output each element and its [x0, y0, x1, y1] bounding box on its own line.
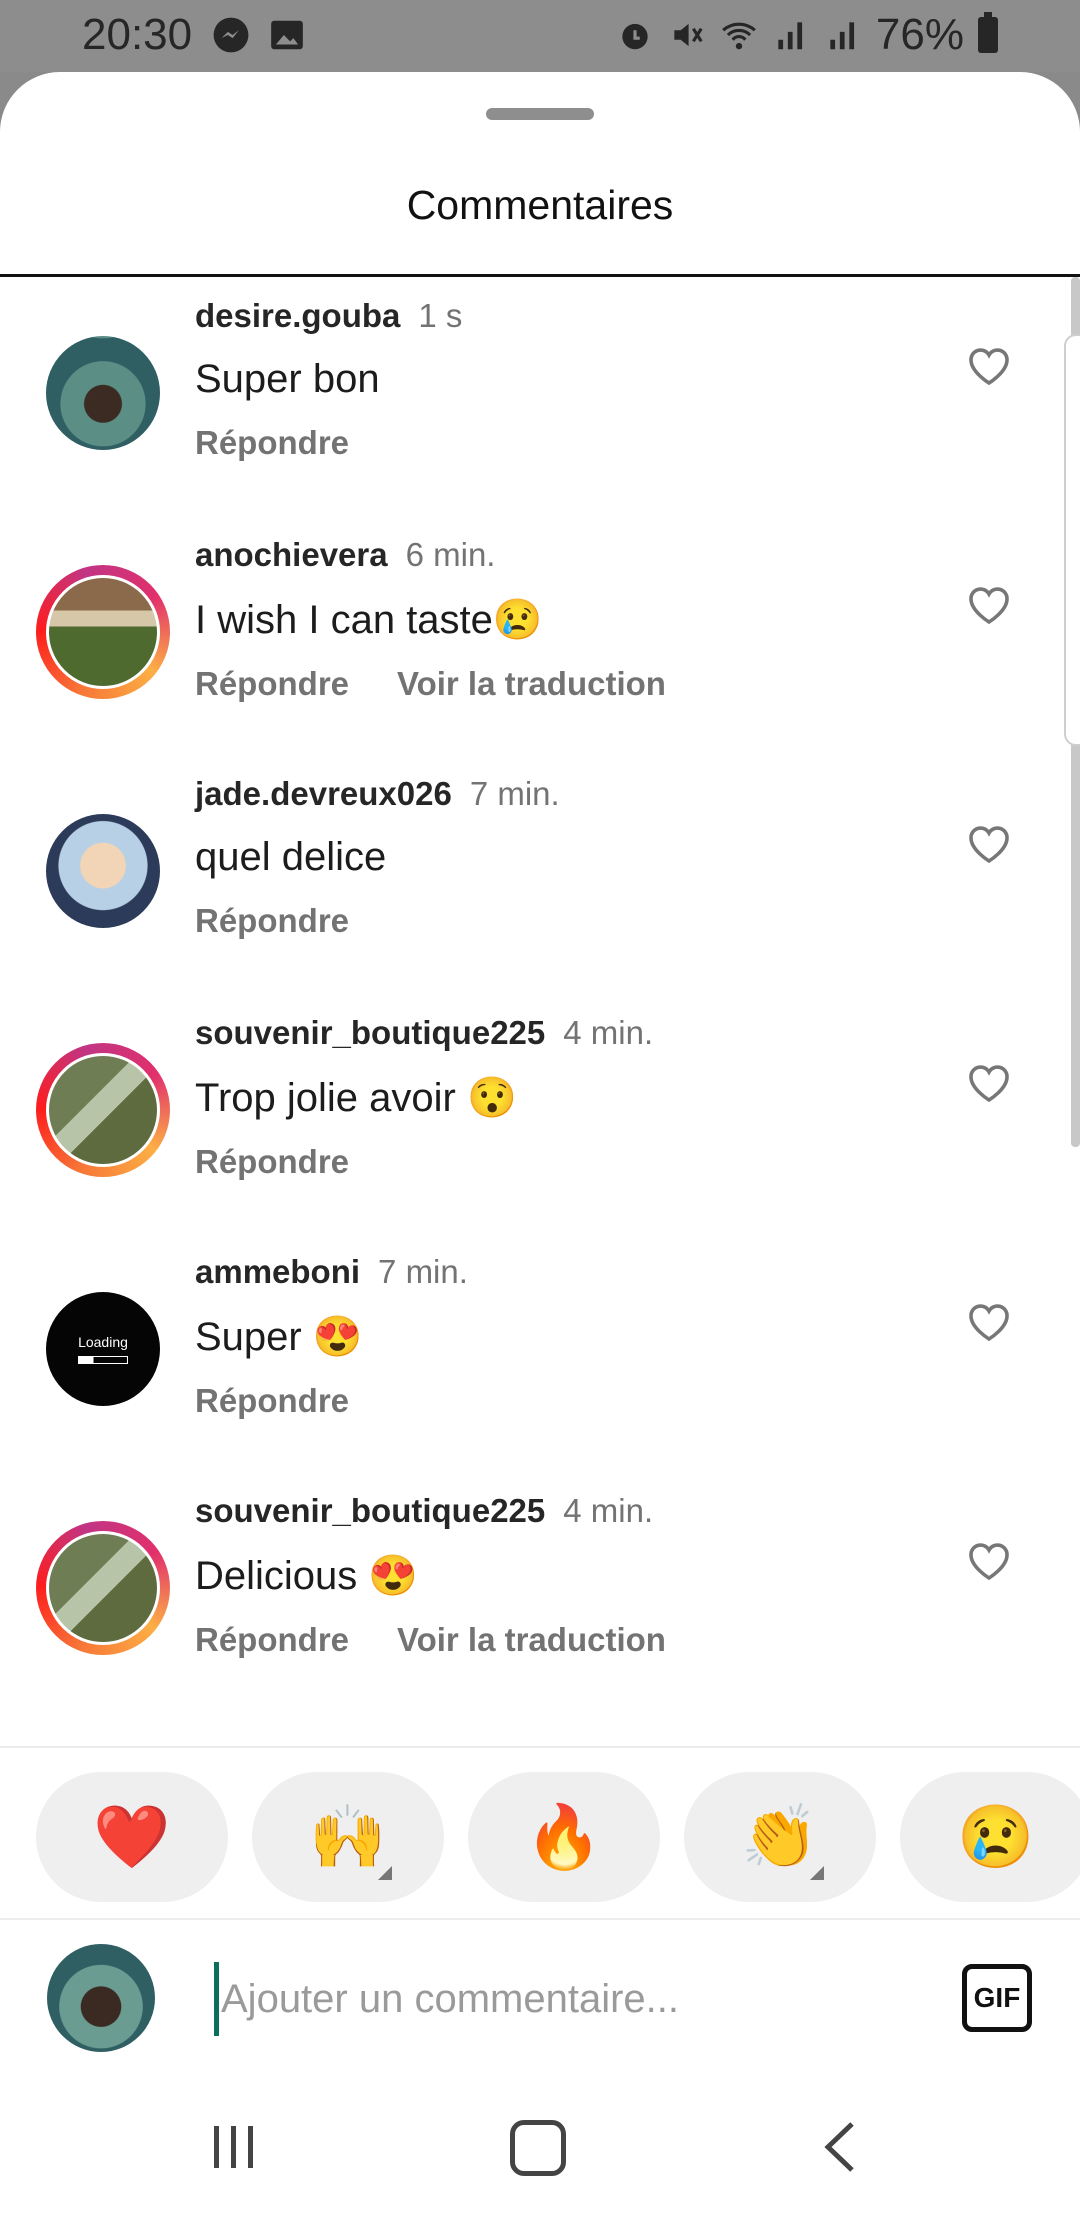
divider [0, 1918, 1080, 1920]
see-translation-button[interactable]: Voir la traduction [397, 665, 666, 703]
avatar-photo: Loading [46, 1292, 160, 1406]
heart-icon[interactable] [965, 343, 1013, 387]
system-nav-bar [0, 2090, 1080, 2220]
reply-button[interactable]: Répondre [195, 1621, 349, 1659]
avatar-photo [46, 1053, 160, 1167]
drag-handle[interactable] [486, 108, 594, 120]
scrollbar-thumb[interactable] [1064, 334, 1080, 746]
comment-text: quel delice [195, 835, 387, 879]
avatar-photo [46, 336, 160, 450]
avatar[interactable]: Loading [36, 1282, 170, 1416]
comment-item: jade.devreux026 7 min. quel delice Répond… [0, 755, 1080, 994]
avatar[interactable] [36, 804, 170, 938]
comment-username[interactable]: ammeboni [195, 1253, 360, 1290]
status-time: 20:30 [82, 10, 193, 59]
reply-button[interactable]: Répondre [195, 665, 349, 703]
comment-time: 6 min. [405, 536, 496, 573]
status-bar: 20:30 76% [0, 0, 1080, 72]
emoji-clap: 👏 [741, 1802, 819, 1872]
comment-item: souvenir_boutique225 4 min. Trop jolie av… [0, 994, 1080, 1233]
battery-icon [978, 12, 998, 53]
current-user-avatar [47, 1944, 155, 2052]
avatar[interactable] [36, 326, 170, 460]
comment-list: desire.gouba 1 s Super bon Répondre anoch… [0, 277, 1080, 1711]
heart-icon[interactable] [965, 1060, 1013, 1104]
reply-button[interactable]: Répondre [195, 1382, 349, 1420]
avatar-photo [46, 575, 160, 689]
heart-icon[interactable] [965, 1299, 1013, 1343]
avatar-loading-text: Loading [78, 1334, 128, 1350]
alarm-icon [622, 23, 648, 50]
reply-button[interactable]: Répondre [195, 1143, 349, 1181]
heart-icon[interactable] [965, 821, 1013, 865]
comment-username[interactable]: souvenir_boutique225 [195, 1014, 545, 1051]
signal-icon [778, 22, 803, 50]
emoji-raised-hands-button[interactable]: 🙌 [252, 1772, 444, 1902]
emoji-raised-hands: 🙌 [309, 1802, 387, 1872]
comment-item: desire.gouba 1 s Super bon Répondre [0, 277, 1080, 516]
emoji-heart-button[interactable]: ❤️ [36, 1772, 228, 1902]
comment-text: I wish I can taste😢 [195, 598, 543, 642]
avatar[interactable] [36, 1521, 170, 1655]
comment-item: anochievera 6 min. I wish I can taste😢 Ré… [0, 516, 1080, 755]
variant-indicator-icon [810, 1866, 824, 1880]
comment-text: Trop jolie avoir 😯 [195, 1076, 517, 1120]
reply-button[interactable]: Répondre [195, 902, 349, 940]
comment-input[interactable] [214, 1962, 923, 2036]
avatar-photo [46, 814, 160, 928]
comment-username[interactable]: souvenir_boutique225 [195, 1492, 545, 1529]
comment-item: Loading ammeboni 7 min. Super 😍 Répondre [0, 1233, 1080, 1472]
mute-icon [674, 23, 703, 47]
comment-username[interactable]: jade.devreux026 [195, 775, 452, 812]
comment-time: 7 min. [378, 1253, 468, 1290]
comment-time: 4 min. [563, 1014, 654, 1051]
comment-time: 7 min. [469, 775, 560, 812]
comment-time: 1 s [418, 297, 463, 334]
comment-text: Super 😍 [195, 1315, 363, 1359]
variant-indicator-icon [378, 1866, 392, 1880]
emoji-fire-button[interactable]: 🔥 [468, 1772, 660, 1902]
battery-percent: 76% [875, 10, 964, 59]
home-icon[interactable] [510, 2120, 566, 2176]
signal-icon [830, 22, 855, 50]
comment-text: Delicious 😍 [195, 1554, 419, 1598]
loading-bar [78, 1356, 128, 1364]
messenger-icon [213, 17, 249, 53]
comment-username[interactable]: anochievera [195, 536, 388, 573]
gif-button[interactable]: GIF [962, 1964, 1032, 2032]
recents-icon[interactable] [212, 2124, 256, 2170]
heart-icon[interactable] [965, 582, 1013, 626]
see-translation-button[interactable]: Voir la traduction [397, 1621, 666, 1659]
wifi-icon [722, 22, 756, 50]
emoji-reaction-bar: ❤️ 🙌 🔥 👏 😢 [36, 1772, 1080, 1902]
image-icon [271, 20, 303, 50]
avatar[interactable] [36, 565, 170, 699]
emoji-cry-button[interactable]: 😢 [900, 1772, 1080, 1902]
sheet-title: Commentaires [406, 182, 674, 228]
comment-item: souvenir_boutique225 4 min. Delicious 😍 R… [0, 1472, 1080, 1711]
back-icon[interactable] [820, 2120, 860, 2174]
divider [0, 1746, 1080, 1748]
heart-icon[interactable] [965, 1538, 1013, 1582]
comment-time: 4 min. [563, 1492, 654, 1529]
avatar-photo [46, 1531, 160, 1645]
emoji-clap-button[interactable]: 👏 [684, 1772, 876, 1902]
comment-username[interactable]: desire.gouba [195, 297, 400, 334]
comment-text: Super bon [195, 357, 380, 401]
reply-button[interactable]: Répondre [195, 424, 349, 462]
avatar[interactable] [36, 1043, 170, 1177]
